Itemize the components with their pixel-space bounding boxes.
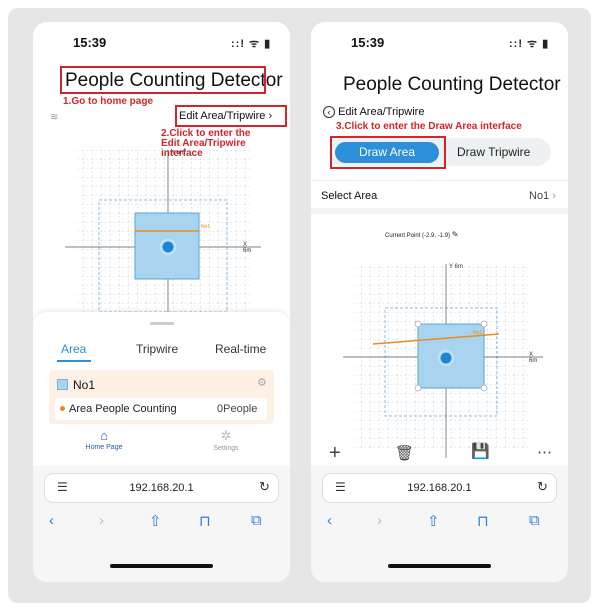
select-area-dropdown[interactable]: No1 › (529, 190, 556, 202)
edit-pencil-icon[interactable]: ✎ (452, 230, 459, 239)
home-indicator (110, 564, 213, 568)
sheet-handle[interactable] (150, 322, 174, 325)
add-point-icon[interactable]: + (329, 442, 341, 465)
back-circle-icon: ‹ (323, 106, 335, 118)
grid-y-label: Y 6m (171, 150, 185, 156)
phone-edit-area: 15:39 ::! ᯤ ▮ People Counting Detector ‹… (311, 22, 568, 582)
tabs-icon[interactable]: ⧉ (251, 512, 262, 529)
bottom-tab-bar: ⌂ Home Page ✲ Settings (33, 425, 290, 466)
url-text: 192.168.20.1 (129, 482, 194, 494)
settings-icon: ✲ (220, 428, 232, 443)
browser-nav-icons: ‹ › ⇧ ⊓ ⧉ (311, 512, 568, 536)
current-point-text: Current Point (-2.9, -1.9) (385, 233, 451, 239)
browser-toolbar: ☰ 192.168.20.1 ↻ ‹ › ⇧ ⊓ ⧉ (311, 466, 568, 582)
section-gap (311, 208, 568, 214)
grid-svg (65, 150, 261, 312)
save-icon[interactable]: 💾 (471, 442, 490, 460)
area-grid-canvas[interactable]: Y 6m X 6m No1 (65, 150, 261, 312)
counting-value: 0People (217, 403, 258, 415)
reload-icon[interactable]: ↻ (259, 479, 270, 495)
more-icon[interactable]: ⋯ (537, 443, 552, 461)
divider (311, 180, 568, 181)
tabs-icon[interactable]: ⧉ (529, 512, 540, 529)
tab-area[interactable]: Area (61, 342, 86, 356)
annotation-step-3: 3.Click to enter the Draw Area interface (336, 121, 522, 132)
highlight-edit-link-box (175, 105, 287, 127)
counting-label: Area People Counting (69, 403, 177, 415)
tab-real-time[interactable]: Real-time (215, 342, 266, 356)
tab-area-underline (57, 360, 91, 362)
tab-tripwire[interactable]: Tripwire (136, 342, 178, 356)
forward-icon: › (377, 512, 382, 529)
back-icon[interactable]: ‹ (49, 512, 54, 529)
delete-icon[interactable]: 🗑 (395, 444, 414, 462)
browser-nav-icons: ‹ › ⇧ ⊓ ⧉ (33, 512, 290, 536)
home-icon: ⌂ (100, 428, 108, 443)
area-name: No1 (73, 378, 96, 392)
forward-icon: › (99, 512, 104, 529)
url-bar[interactable]: ☰ 192.168.20.1 ↻ (323, 474, 556, 502)
counting-row: Area People Counting 0People (55, 398, 267, 420)
share-icon[interactable]: ⇧ (149, 512, 162, 530)
nav-home-label: Home Page (85, 444, 123, 451)
wifi-icon: ≋ (50, 112, 59, 123)
bookmarks-icon[interactable]: ⊓ (199, 512, 211, 530)
grid-x-label: X 6m (243, 242, 252, 254)
grid-x-label: X 6m (529, 352, 538, 364)
status-time: 15:39 (73, 35, 107, 50)
nav-settings[interactable]: ✲ Settings (201, 428, 251, 452)
nav-settings-label: Settings (213, 445, 239, 452)
select-area-value: No1 (529, 190, 550, 202)
status-icons: ::! ᯤ ▮ (509, 38, 550, 50)
draw-tripwire-button[interactable]: Draw Tripwire (457, 145, 530, 159)
back-to-edit-link[interactable]: ‹ Edit Area/Tripwire (323, 106, 424, 118)
home-indicator (388, 564, 491, 568)
select-area-label: Select Area (321, 190, 378, 202)
highlight-title-box (60, 66, 266, 94)
chevron-right-icon: › (552, 190, 556, 202)
highlight-draw-area-box (330, 136, 446, 169)
phone-home-page: 15:39 ::! ᯤ ▮ People Counting Detector 1… (33, 22, 290, 582)
bookmarks-icon[interactable]: ⊓ (477, 512, 489, 530)
area-card[interactable]: No1 ⚙ Area People Counting 0People (49, 370, 274, 424)
browser-toolbar: ☰ 192.168.20.1 ↻ ‹ › ⇧ ⊓ ⧉ (33, 466, 290, 582)
back-icon[interactable]: ‹ (327, 512, 332, 529)
page-title: People Counting Detector (343, 74, 561, 95)
area-tag: No1 (473, 330, 483, 336)
grid-svg (343, 264, 543, 458)
share-icon[interactable]: ⇧ (427, 512, 440, 530)
back-label: Edit Area/Tripwire (338, 106, 425, 118)
current-point-readout: Current Point (-2.9, -1.9) ✎ (385, 230, 458, 239)
area-color-swatch (57, 379, 68, 390)
annotation-step-1: 1.Go to home page (63, 96, 154, 107)
nav-home-page[interactable]: ⌂ Home Page (79, 428, 129, 451)
bullet-icon (60, 406, 65, 411)
status-time: 15:39 (351, 35, 385, 50)
gear-icon[interactable]: ⚙ (257, 376, 267, 389)
url-text: 192.168.20.1 (407, 482, 472, 494)
area-tag: No1 (201, 224, 211, 230)
reload-icon[interactable]: ↻ (537, 479, 548, 495)
url-bar[interactable]: ☰ 192.168.20.1 ↻ (45, 474, 278, 502)
status-icons: ::! ᯤ ▮ (231, 38, 272, 50)
draw-area-grid-canvas[interactable]: Y 6m X 6m No1 (343, 258, 543, 458)
grid-y-label: Y 6m (449, 264, 463, 270)
